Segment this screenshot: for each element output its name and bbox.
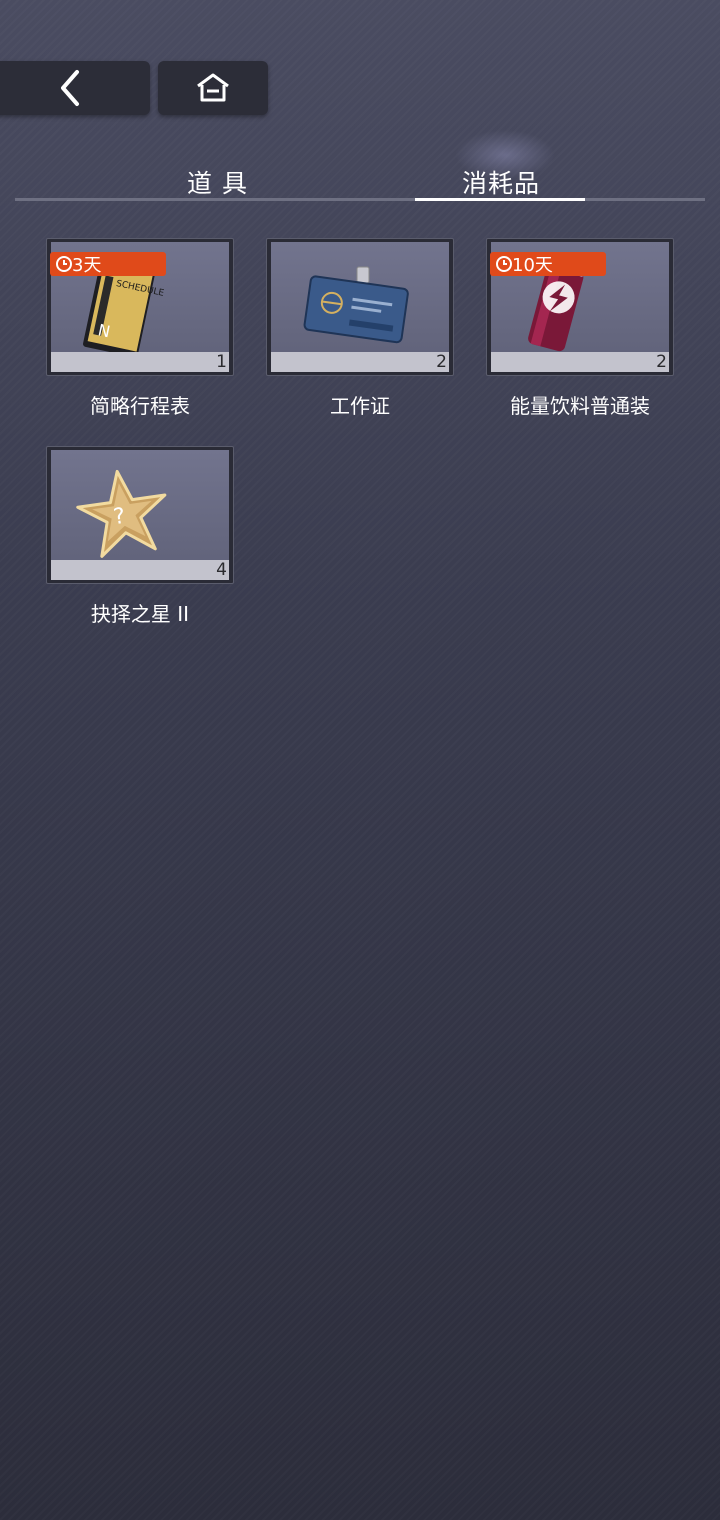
expiry-timer-badge: 10天 <box>490 252 606 276</box>
back-arrow-icon <box>61 70 79 106</box>
item-count: 4 <box>216 560 227 580</box>
timer-text: 3天 <box>72 255 102 276</box>
id-badge-icon <box>303 266 409 344</box>
timer-text: 10天 <box>512 255 553 276</box>
tab-active-indicator <box>415 198 585 201</box>
item-slot[interactable]: SCHEDULE N 1 3天 <box>46 238 234 376</box>
clock-icon <box>56 256 72 272</box>
item-name: 抉择之星 II <box>90 602 190 626</box>
item-count: 1 <box>216 352 227 372</box>
item-slot[interactable]: ? 4 <box>46 446 234 584</box>
expiry-timer-badge: 3天 <box>50 252 166 276</box>
item-name: 能量饮料普通装 <box>510 394 650 418</box>
gold-star-icon: ? <box>76 469 167 558</box>
tab-props[interactable]: 道具 <box>187 164 257 200</box>
item-name: 简略行程表 <box>90 394 190 418</box>
clock-icon <box>496 256 512 272</box>
home-icon <box>197 73 229 102</box>
item-count: 2 <box>436 352 447 372</box>
tab-consumables[interactable]: 消耗品 <box>462 164 540 200</box>
tab-divider <box>15 198 705 201</box>
back-button[interactable] <box>0 61 150 115</box>
home-button[interactable] <box>158 61 268 115</box>
item-count: 2 <box>656 352 667 372</box>
item-slot[interactable]: 2 <box>266 238 454 376</box>
tab-bar: 道具 消耗品 <box>15 130 705 204</box>
item-slot[interactable]: 2 10天 <box>486 238 674 376</box>
item-name: 工作证 <box>330 394 390 418</box>
